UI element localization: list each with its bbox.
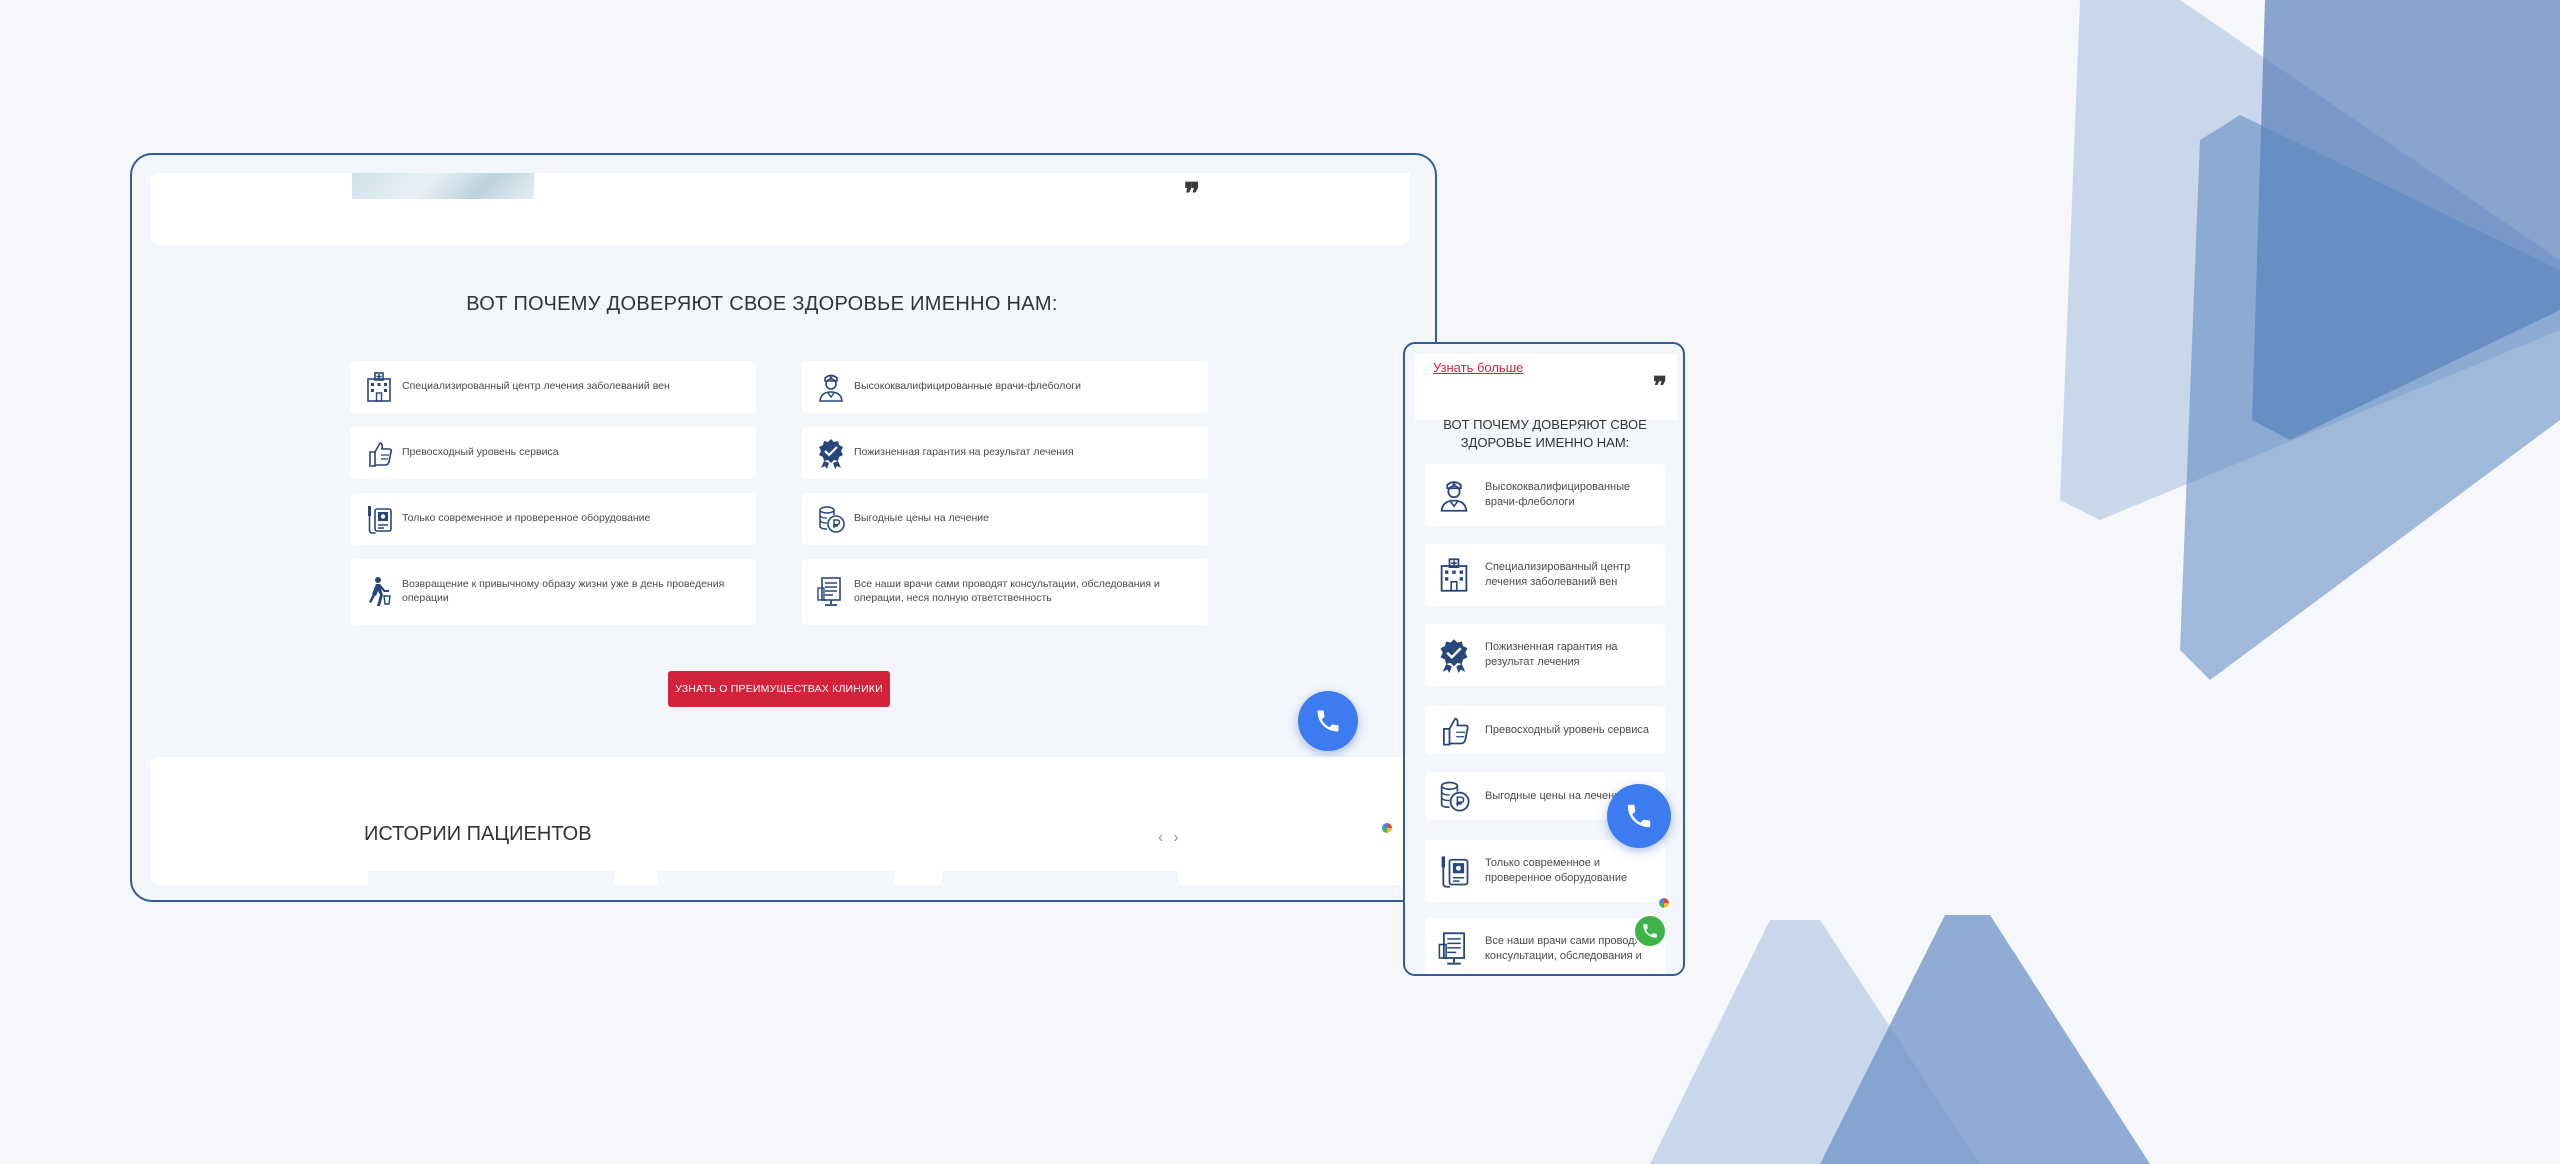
clinic-building-icon (1440, 558, 1468, 592)
doctor-icon (819, 374, 843, 402)
feature-text: Высококвалифицированные врачи-флебологи (854, 380, 1081, 393)
desktop-preview: ❞ ВОТ ПОЧЕМУ ДОВЕРЯЮТ СВОЕ ЗДОРОВЬЕ ИМЕН… (130, 153, 1437, 902)
prev-arrow-icon[interactable]: ‹ (1158, 829, 1173, 846)
quote-icon: ❞ (1653, 372, 1667, 402)
whatsapp-icon (1643, 924, 1657, 938)
call-button[interactable] (1298, 691, 1358, 751)
feature-text: Высококвалифицированные врачи-флебологи (1485, 481, 1631, 508)
widget-colorball-icon[interactable] (1380, 821, 1394, 835)
clinic-building-icon (367, 372, 391, 402)
feature-text: Специализированный центр лечения заболев… (402, 380, 670, 393)
feature-text: Только современное и проверенное оборудо… (402, 512, 651, 525)
widget-colorball-icon[interactable] (1657, 896, 1671, 910)
section-title: ВОТ ПОЧЕМУ ДОВЕРЯЮТ СВОЕ ЗДОРОВЬЕ ИМЕННО… (1443, 417, 1647, 451)
phone-icon (1627, 804, 1651, 828)
feature-text: Возвращение к привычному образу жизни уж… (402, 578, 725, 604)
feature-card: Возвращение к привычному образу жизни уж… (350, 559, 756, 625)
feature-card: Все наши врачи сами проводят консультаци… (1425, 918, 1665, 974)
section-title: ВОТ ПОЧЕМУ ДОВЕРЯЮТ СВОЕ ЗДОРОВЬЕ ИМЕННО… (466, 293, 1058, 315)
feature-card: Специализированный центр лечения заболев… (1425, 544, 1665, 606)
feature-card: Пожизненная гарантия на результат лечени… (1425, 624, 1665, 686)
mobile-preview: Узнать больше ❞ ВОТ ПОЧЕМУ ДОВЕРЯЮТ СВОЕ… (1403, 342, 1685, 976)
story-card-stub (942, 871, 1178, 885)
feature-card: Превосходный уровень сервиса (350, 427, 756, 479)
document-monitor-icon (1438, 932, 1466, 965)
phone-icon (1317, 710, 1339, 732)
feature-text: Превосходный уровень сервиса (1485, 723, 1649, 736)
feature-text: Пожизненная гарантия на результат лечени… (1485, 641, 1618, 668)
feature-card: Все наши врачи сами проводят консультаци… (802, 559, 1208, 625)
feature-card: Превосходный уровень сервиса (1425, 706, 1665, 754)
doctor-icon (1440, 481, 1468, 512)
previous-section-image (352, 173, 534, 199)
call-button[interactable] (1607, 784, 1671, 848)
feature-text: Специализированный центр лечения заболев… (1485, 561, 1631, 588)
patient-stories-title: ИСТОРИИ ПАЦИЕНТОВ (364, 823, 592, 845)
quote-icon: ❞ (1184, 177, 1201, 212)
feature-card: Пожизненная гарантия на результат лечени… (802, 427, 1208, 479)
guarantee-badge-icon (1440, 639, 1468, 673)
document-monitor-icon (817, 577, 841, 606)
medical-equipment-icon (1441, 856, 1469, 888)
feature-card: Высококвалифицированные врачи-флебологи (802, 361, 1208, 413)
walking-person-icon (369, 577, 391, 606)
previous-section-blank (754, 173, 1410, 199)
patient-stories-section (150, 757, 1410, 885)
stories-carousel-arrows: ‹› (1158, 829, 1189, 847)
story-card-stub (658, 871, 894, 885)
clinic-benefits-button[interactable]: УЗНАТЬ О ПРЕИМУЩЕСТВАХ КЛИНИКИ (668, 671, 890, 707)
coins-icon (819, 506, 845, 533)
feature-card: Специализированный центр лечения заболев… (350, 361, 756, 413)
learn-more-link[interactable]: Узнать больше (1433, 360, 1523, 375)
guarantee-badge-icon (819, 439, 843, 469)
feature-card: Выгодные цены на лечение (802, 493, 1208, 545)
feature-card: Высококвалифицированные врачи-флебологи (1425, 464, 1665, 526)
next-arrow-icon[interactable]: › (1173, 829, 1188, 846)
feature-text: Выгодные цены на лечение (854, 512, 989, 525)
feature-text: Превосходный уровень сервиса (402, 446, 559, 459)
thumbs-up-icon (1442, 717, 1469, 746)
feature-card: Только современное и проверенное оборудо… (1425, 840, 1665, 902)
feature-card: Только современное и проверенное оборудо… (350, 493, 756, 545)
coins-icon (1440, 781, 1470, 812)
whatsapp-button[interactable] (1633, 914, 1667, 948)
medical-equipment-icon (368, 506, 392, 534)
story-card-stub (368, 871, 614, 885)
feature-text: Только современное и проверенное оборудо… (1485, 857, 1628, 884)
thumbs-up-icon (369, 442, 393, 467)
feature-text: Все наши врачи сами проводят консультаци… (854, 578, 1160, 604)
feature-text: Пожизненная гарантия на результат лечени… (854, 446, 1074, 459)
